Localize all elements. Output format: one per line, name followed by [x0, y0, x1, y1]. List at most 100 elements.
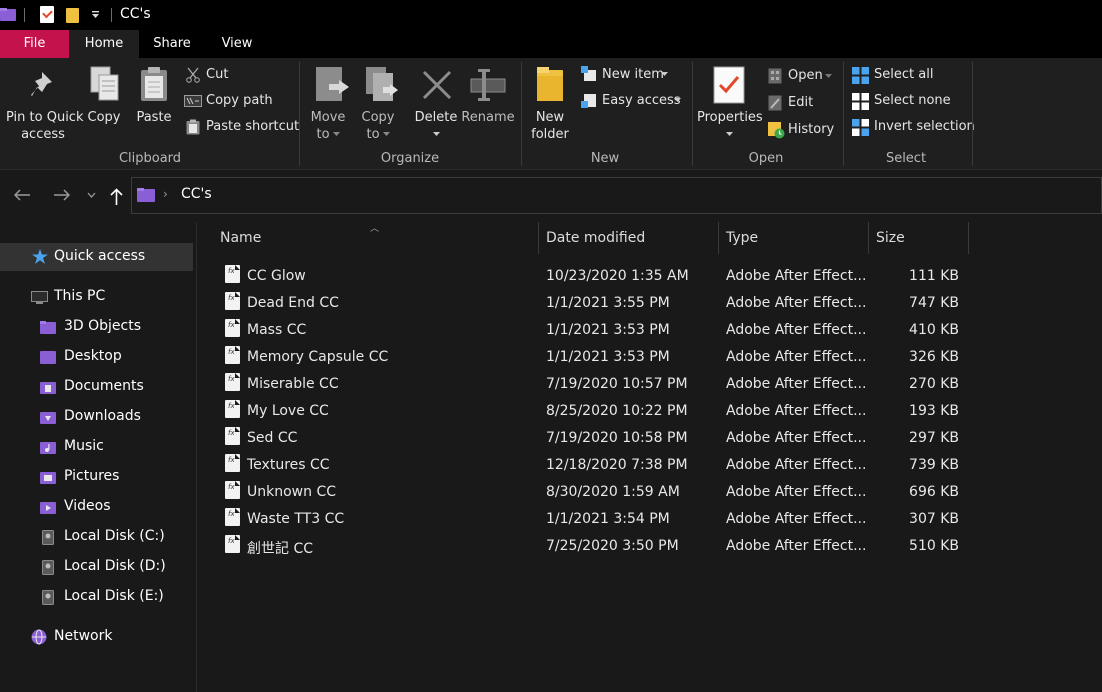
after-effects-file-icon	[225, 535, 240, 553]
column-divider[interactable]	[968, 222, 969, 254]
pictures-folder-icon	[40, 472, 56, 484]
tab-view[interactable]: View	[205, 30, 269, 58]
file-name: 創世記 CC	[247, 541, 314, 557]
column-divider[interactable]	[718, 222, 719, 254]
after-effects-file-icon	[225, 454, 240, 472]
drive-icon	[42, 530, 54, 545]
window-title: CC's	[120, 6, 151, 22]
sidebar-item-quick-access[interactable]: Quick access	[0, 243, 193, 271]
tab-share[interactable]: Share	[139, 30, 205, 58]
file-size: 193 KB	[909, 403, 959, 419]
paste-icon	[141, 67, 167, 101]
after-effects-file-icon	[225, 265, 240, 283]
paste-shortcut-icon	[186, 119, 200, 135]
forward-arrow-icon[interactable]	[53, 189, 70, 201]
file-type: Adobe After Effect...	[726, 295, 867, 311]
sidebar-item-label: Local Disk (E:)	[64, 588, 164, 604]
after-effects-file-icon	[225, 427, 240, 445]
select-none-label: Select none	[874, 93, 951, 108]
new-item-label: New item	[602, 67, 664, 82]
up-arrow-icon[interactable]	[110, 188, 123, 205]
sidebar-item-videos[interactable]: Videos	[0, 493, 193, 521]
dropdown-arrow-icon	[661, 72, 668, 76]
file-date: 8/25/2020 10:22 PM	[546, 403, 688, 419]
breadcrumb-chevron-icon[interactable]: ›	[163, 187, 168, 201]
sidebar-item-desktop[interactable]: Desktop	[0, 343, 193, 371]
invert-selection-icon	[852, 119, 869, 136]
column-header-date-modified[interactable]: Date modified	[546, 230, 645, 256]
properties-quick-icon[interactable]	[40, 6, 54, 23]
file-type: Adobe After Effect...	[726, 538, 867, 554]
computer-icon	[31, 291, 48, 304]
file-date: 7/19/2020 10:58 PM	[546, 430, 688, 446]
invert-selection-label: Invert selection	[874, 119, 975, 134]
file-size: 696 KB	[909, 484, 959, 500]
file-date: 1/1/2021 3:54 PM	[546, 511, 670, 527]
file-size: 739 KB	[909, 457, 959, 473]
copy-to-label-line1: Copy	[361, 110, 395, 125]
file-name: My Love CC	[247, 403, 329, 419]
column-header-size[interactable]: Size	[876, 230, 905, 256]
file-type: Adobe After Effect...	[726, 403, 867, 419]
dropdown-arrow-icon	[383, 132, 390, 136]
sidebar-item-local-disk-d[interactable]: Local Disk (D:)	[0, 553, 193, 581]
select-none-icon	[852, 93, 869, 110]
sidebar-item-pictures[interactable]: Pictures	[0, 463, 193, 491]
file-size: 307 KB	[909, 511, 959, 527]
file-size: 510 KB	[909, 538, 959, 554]
column-divider[interactable]	[868, 222, 869, 254]
sidebar-item-documents[interactable]: Documents	[0, 373, 193, 401]
network-globe-icon	[31, 629, 47, 645]
group-separator	[843, 62, 844, 166]
organize-group-label: Organize	[380, 151, 440, 166]
sidebar-item-music[interactable]: Music	[0, 433, 193, 461]
file-date: 1/1/2021 3:53 PM	[546, 322, 670, 338]
navigation-pane: Quick access This PC 3D Objects Desktop …	[0, 222, 197, 692]
file-name: Textures CC	[247, 457, 330, 473]
history-icon	[768, 122, 785, 139]
sidebar-item-label: Videos	[64, 498, 111, 514]
group-separator	[521, 62, 522, 166]
column-divider[interactable]	[538, 222, 539, 254]
address-bar[interactable]	[131, 177, 1102, 214]
file-name: Waste TT3 CC	[247, 511, 345, 527]
file-type: Adobe After Effect...	[726, 349, 867, 365]
sidebar-item-local-disk-e[interactable]: Local Disk (E:)	[0, 583, 193, 611]
drive-icon	[42, 590, 54, 605]
column-header-name[interactable]: Name	[220, 230, 261, 256]
file-name: Unknown CC	[247, 484, 336, 500]
file-date: 1/1/2021 3:55 PM	[546, 295, 670, 311]
sidebar-item-this-pc[interactable]: This PC	[0, 283, 193, 311]
sidebar-item-label: 3D Objects	[64, 318, 142, 334]
tab-home[interactable]: Home	[69, 30, 139, 58]
column-header-type[interactable]: Type	[726, 230, 758, 256]
sidebar-item-label: Local Disk (D:)	[64, 558, 166, 574]
sidebar-item-local-disk-c[interactable]: Local Disk (C:)	[0, 523, 193, 551]
dropdown-arrow-icon	[674, 98, 681, 102]
sidebar-item-3d-objects[interactable]: 3D Objects	[0, 313, 193, 341]
pin-label-line1: Pin to Quick	[6, 110, 84, 125]
file-size: 747 KB	[909, 295, 959, 311]
delete-label: Delete	[414, 110, 458, 125]
new-group-label: New	[590, 151, 620, 166]
easy-access-label: Easy access	[602, 93, 681, 108]
copy-to-icon	[366, 67, 398, 101]
recent-locations-chevron-icon[interactable]	[87, 192, 96, 198]
customize-toolbar-dropdown-icon[interactable]	[91, 10, 100, 19]
scissors-icon	[186, 67, 200, 83]
after-effects-file-icon	[225, 346, 240, 364]
file-date: 10/23/2020 1:35 AM	[546, 268, 689, 284]
sidebar-item-downloads[interactable]: Downloads	[0, 403, 193, 431]
after-effects-file-icon	[225, 481, 240, 499]
back-arrow-icon[interactable]	[14, 189, 31, 201]
properties-label: Properties	[697, 110, 763, 125]
sidebar-item-network[interactable]: Network	[0, 623, 193, 651]
file-type: Adobe After Effect...	[726, 484, 867, 500]
file-date: 1/1/2021 3:53 PM	[546, 349, 670, 365]
tab-file[interactable]: File	[0, 30, 69, 58]
file-name: Mass CC	[247, 322, 307, 338]
file-type: Adobe After Effect...	[726, 511, 867, 527]
dropdown-arrow-icon	[333, 132, 340, 136]
new-folder-quick-icon[interactable]	[66, 8, 79, 23]
address-path[interactable]: CC's	[181, 186, 212, 202]
